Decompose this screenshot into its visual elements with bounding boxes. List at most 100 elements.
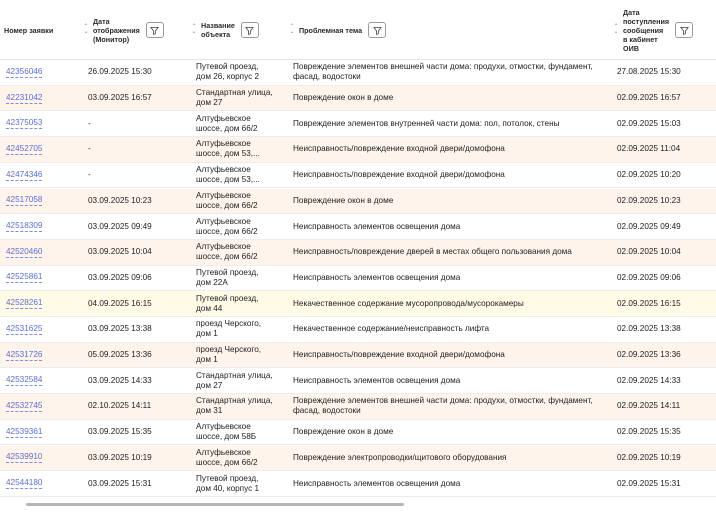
header-request-number[interactable]: Номер заявки: [4, 0, 82, 60]
request-number-cell: 42539910: [6, 446, 84, 471]
table-row[interactable]: 42539361 03.09.2025 15:35 Алтуфьевское шосс…: [0, 420, 716, 446]
request-number-cell: 42356046: [6, 60, 84, 85]
request-number-link[interactable]: 42452705: [6, 144, 43, 155]
header-received-date-line: в кабинет: [623, 34, 658, 44]
problem-topic-cell: Повреждение окон в доме: [293, 189, 611, 214]
header-object-name-label: Название объекта: [201, 21, 235, 39]
object-name-line: шоссе, дом 66/2: [196, 252, 258, 262]
object-name-cell: Алтуфьевское шоссе, дом 66/2: [196, 446, 286, 471]
request-number-cell: 42452705: [6, 137, 84, 162]
sort-arrows-icon[interactable]: ⌃ ⌄: [82, 24, 90, 35]
object-name-line: шоссе, дом 58Б: [196, 432, 257, 442]
table-row[interactable]: 42544180 03.09.2025 15:31 Путевой проезд, д…: [0, 471, 716, 497]
table-row[interactable]: 42452705 - Алтуфьевское шоссе, дом 53,... Не…: [0, 137, 716, 163]
request-number-cell: 42531726: [6, 343, 84, 368]
requests-table: Номер заявки ⌃ ⌄ Дата отображения (Монито…: [0, 0, 716, 512]
header-object-name[interactable]: ⌃ ⌄ Название объекта: [190, 0, 288, 60]
object-name-line: Путевой проезд,: [196, 267, 259, 277]
object-name-line: шоссе, дом 66/2: [196, 200, 258, 210]
table-row[interactable]: 42517058 03.09.2025 10:23 Алтуфьевское шосс…: [0, 188, 716, 215]
object-name-line: Алтуфьевское: [196, 113, 251, 123]
table-row[interactable]: 42528261 04.09.2025 16:15 Путевой проезд, д…: [0, 291, 716, 317]
request-number-cell: 42525861: [6, 266, 84, 291]
table-row[interactable]: 42539910 03.09.2025 10:19 Алтуфьевское шосс…: [0, 445, 716, 472]
header-monitor-date-label: Дата отображения (Монитор): [93, 17, 140, 44]
received-date-cell: 02.09.2025 14:11: [617, 401, 681, 411]
request-number-link[interactable]: 42528261: [6, 298, 43, 310]
request-number-cell: 42539361: [6, 420, 84, 445]
table-row[interactable]: 42474346 - Алтуфьевское шоссе, дом 53,... Не…: [0, 163, 716, 189]
object-name-line: дом 40, корпус 1: [196, 483, 260, 493]
problem-topic-line: Некачественное содержание мусоропровода/…: [293, 298, 524, 308]
header-received-date-line: Дата: [623, 7, 640, 17]
filter-button-received-date[interactable]: [675, 22, 694, 38]
header-request-number-label: Номер заявки: [4, 25, 54, 35]
header-received-date-line: ОИВ: [623, 43, 639, 53]
problem-topic-cell: Некачественное содержание/неисправность …: [293, 317, 611, 342]
filter-button-monitor-date[interactable]: [145, 22, 164, 38]
request-number-link[interactable]: 42525861: [6, 272, 43, 284]
request-number-link[interactable]: 42544180: [6, 478, 43, 490]
problem-topic-line: Неисправность элементов освещения дома: [293, 221, 461, 231]
problem-topic-line: Некачественное содержание/неисправность …: [293, 324, 490, 334]
table-row[interactable]: 42532745 02.10.2025 14:11 Стандартная улиц…: [0, 394, 716, 420]
table-row[interactable]: 42525861 03.09.2025 09:06 Путевой проезд, д…: [0, 266, 716, 292]
object-name-cell: Путевой проезд, дом 40, корпус 1: [196, 471, 286, 496]
table-row[interactable]: 42532584 03.09.2025 14:33 Стандартная улиц…: [0, 368, 716, 395]
request-number-link[interactable]: 42356046: [6, 67, 43, 78]
table-row[interactable]: 42231042 03.09.2025 16:57 Стандартная улиц…: [0, 85, 716, 112]
table-row[interactable]: 42520460 03.09.2025 10:04 Алтуфьевское шосс…: [0, 239, 716, 266]
sort-arrows-icon[interactable]: ⌃ ⌄: [288, 24, 296, 35]
request-number-link[interactable]: 42532584: [6, 375, 43, 387]
header-received-date[interactable]: ⌃ ⌄ Дата поступления сообщения в кабинет …: [612, 0, 716, 60]
request-number-link[interactable]: 42531625: [6, 324, 43, 335]
request-number-link[interactable]: 42531726: [6, 350, 43, 361]
horizontal-scrollbar[interactable]: [26, 503, 404, 506]
object-name-cell: Путевой проезд, дом 22А: [196, 266, 286, 291]
object-name-line: Путевой проезд,: [196, 473, 259, 483]
object-name-line: дом 27: [196, 98, 223, 108]
object-name-cell: Стандартная улица, дом 27: [196, 368, 286, 393]
received-date-cell: 02.09.2025 15:35: [617, 427, 681, 437]
header-monitor-date-line: Дата: [93, 16, 110, 26]
request-number-link[interactable]: 42520460: [6, 247, 43, 258]
request-number-link[interactable]: 42518309: [6, 221, 43, 233]
filter-button-problem-topic[interactable]: [368, 22, 387, 38]
request-number-link[interactable]: 42517058: [6, 195, 43, 207]
sort-arrows-icon[interactable]: ⌃ ⌄: [190, 24, 198, 35]
received-date-cell: 02.09.2025 10:23: [617, 195, 681, 205]
monitor-date-cell: 03.09.2025 15:35: [88, 427, 152, 437]
request-number-cell: 42544180: [6, 471, 84, 496]
problem-topic-line: фасад, водостоки: [293, 406, 361, 416]
request-number-link[interactable]: 42375053: [6, 118, 43, 130]
monitor-date-cell: 03.09.2025 16:57: [88, 93, 152, 103]
request-number-cell: 42375053: [6, 111, 84, 136]
object-name-cell: Алтуфьевское шоссе, дом 58Б: [196, 420, 286, 445]
filter-button-object-name[interactable]: [240, 22, 259, 38]
table-row[interactable]: 42518309 03.09.2025 09:49 Алтуфьевское шосс…: [0, 214, 716, 240]
monitor-date-cell: 03.09.2025 15:31: [88, 478, 152, 488]
problem-topic-line: Неисправность элементов освещения дома: [293, 375, 461, 385]
problem-topic-line: Повреждение элементов внешней части дома…: [293, 62, 593, 72]
request-number-link[interactable]: 42231042: [6, 93, 43, 104]
request-number-link[interactable]: 42539910: [6, 452, 43, 464]
received-date-cell: 02.09.2025 10:20: [617, 170, 681, 180]
request-number-link[interactable]: 42474346: [6, 170, 43, 181]
table-row[interactable]: 42531726 05.09.2025 13:36 проезд Черского,…: [0, 342, 716, 369]
object-name-line: Алтуфьевское: [196, 242, 251, 252]
request-number-cell: 42532745: [6, 394, 84, 419]
object-name-cell: Алтуфьевское шоссе, дом 66/2: [196, 189, 286, 214]
header-problem-topic[interactable]: ⌃ ⌄ Проблемная тема: [288, 0, 418, 60]
sort-arrows-icon[interactable]: ⌃ ⌄: [612, 24, 620, 35]
problem-topic-line: фасад, водостоки: [293, 72, 361, 82]
header-monitor-date[interactable]: ⌃ ⌄ Дата отображения (Монитор): [82, 0, 190, 60]
table-row[interactable]: 42531625 03.09.2025 13:38 проезд Черского,…: [0, 317, 716, 343]
table-row[interactable]: 42375053 - Алтуфьевское шоссе, дом 66/2 Повр…: [0, 111, 716, 138]
received-date-cell: 02.09.2025 13:38: [617, 324, 681, 334]
object-name-line: дом 1: [196, 355, 218, 365]
filter-icon: [679, 26, 689, 35]
request-number-link[interactable]: 42539361: [6, 427, 43, 438]
table-row[interactable]: 42356046 26.09.2025 15:30 Путевой проезд, д…: [0, 60, 716, 86]
request-number-cell: 42532584: [6, 368, 84, 393]
request-number-link[interactable]: 42532745: [6, 401, 43, 412]
